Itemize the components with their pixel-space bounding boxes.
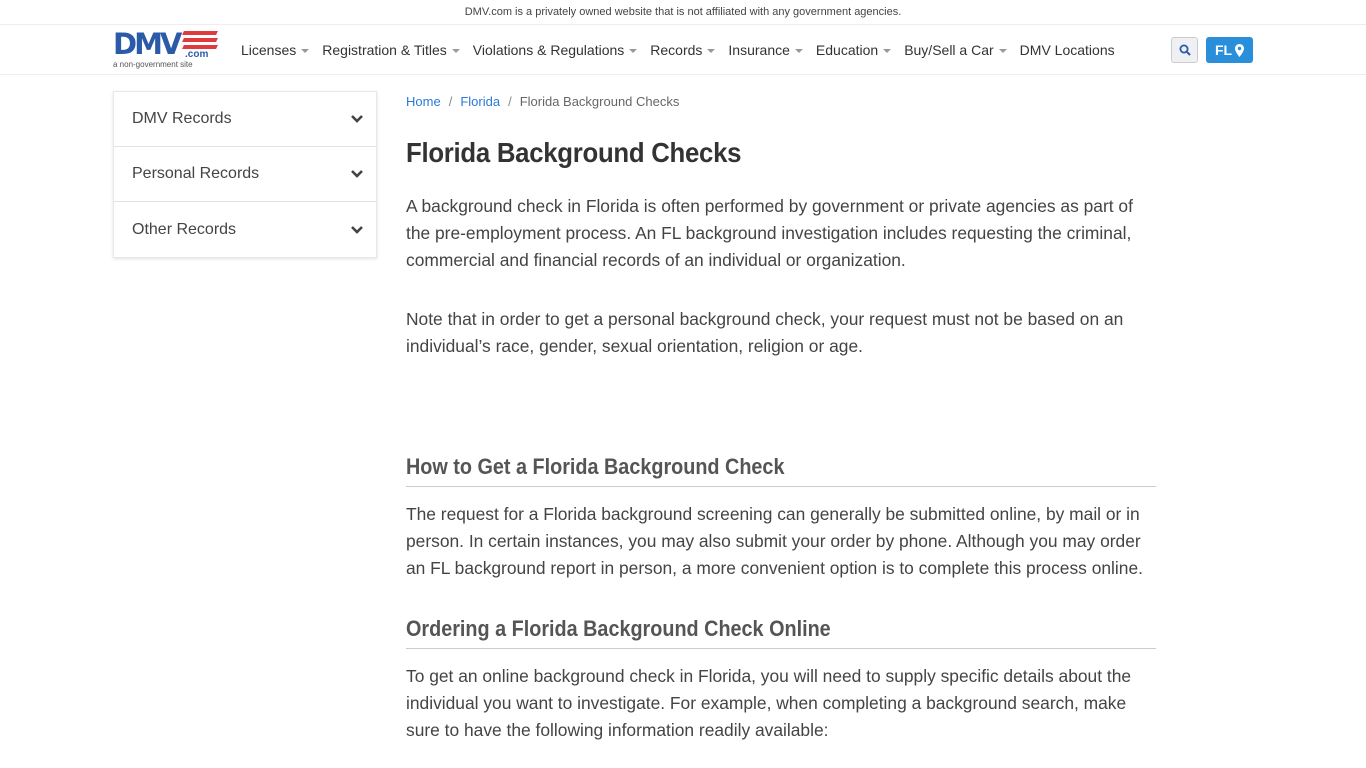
nav-item-records[interactable]: Records	[650, 42, 716, 58]
breadcrumb: Home / Florida / Florida Background Checks	[406, 91, 1156, 113]
main-navbar: DMV .com a non-government site Licenses …	[0, 25, 1366, 75]
section-heading-text: Ordering a Florida Background Check Onli…	[406, 616, 831, 641]
caret-down-icon	[707, 49, 716, 53]
nav-item-dmv-locations[interactable]: DMV Locations	[1020, 42, 1115, 58]
breadcrumb-separator: /	[508, 94, 512, 109]
logo-tagline: a non-government site	[113, 60, 193, 69]
nav-item-buy-sell-car[interactable]: Buy/Sell a Car	[904, 42, 1007, 58]
nav-item-education[interactable]: Education	[815, 42, 892, 58]
nav-label: Education	[815, 42, 879, 58]
sidebar-item-dmv-records[interactable]: DMV Records	[114, 92, 376, 147]
search-button[interactable]	[1171, 37, 1198, 63]
map-marker-icon	[1235, 43, 1245, 57]
nav-label: Insurance	[728, 42, 790, 58]
nav-item-violations-regulations[interactable]: Violations & Regulations	[473, 42, 638, 58]
sidebar-item-other-records[interactable]: Other Records	[114, 202, 376, 257]
section-heading-ordering-online: Ordering a Florida Background Check Onli…	[406, 616, 1156, 649]
disclaimer-text: DMV.com is a privately owned website tha…	[464, 6, 902, 18]
state-selector-button[interactable]: FL	[1206, 37, 1253, 63]
sidebar-item-personal-records[interactable]: Personal Records	[114, 147, 376, 202]
caret-down-icon	[451, 49, 460, 53]
section-paragraph-ordering-online: To get an online background check in Flo…	[406, 666, 1132, 740]
section-heading-how-to-get: How to Get a Florida Background Check	[406, 454, 1156, 487]
breadcrumb-home-link[interactable]: Home	[406, 94, 441, 109]
nav-label: Licenses	[241, 42, 297, 58]
caret-down-icon	[883, 49, 892, 53]
caret-down-icon	[301, 49, 310, 53]
section-heading-text: How to Get a Florida Background Check	[406, 454, 785, 479]
chevron-down-icon	[351, 115, 363, 123]
breadcrumb-current: Florida Background Checks	[519, 94, 680, 109]
records-sidebar: DMV Records Personal Records Other Recor…	[113, 91, 377, 258]
sidebar-item-label: Other Records	[132, 220, 237, 238]
nav-item-insurance[interactable]: Insurance	[728, 42, 803, 58]
caret-down-icon	[998, 49, 1007, 53]
sidebar-item-label: Personal Records	[132, 165, 260, 182]
nav-label: Buy/Sell a Car	[904, 42, 994, 58]
page-title: Florida Background Checks	[406, 137, 742, 168]
disclaimer-bar: DMV.com is a privately owned website tha…	[0, 0, 1366, 25]
nav-item-licenses[interactable]: Licenses	[241, 42, 310, 58]
primary-nav: Licenses Registration & Titles Violation…	[241, 25, 1128, 75]
chevron-down-icon	[351, 225, 363, 234]
nav-label: Registration & Titles	[322, 42, 447, 58]
nav-label: Violations & Regulations	[472, 42, 625, 58]
site-logo[interactable]: DMV .com a non-government site	[113, 27, 218, 71]
nav-label: DMV Locations	[1019, 42, 1115, 58]
state-label: FL	[1214, 42, 1233, 58]
logo-brand: DMV	[113, 27, 182, 61]
caret-down-icon	[629, 49, 638, 53]
intro-paragraph: A background check in Florida is often p…	[406, 196, 1133, 270]
search-icon	[1179, 44, 1191, 56]
nav-item-registration-titles[interactable]: Registration & Titles	[322, 42, 460, 58]
logo-suffix: .com	[185, 49, 209, 60]
article-content: Home / Florida / Florida Background Checks F…	[406, 91, 1156, 744]
caret-down-icon	[794, 49, 803, 53]
breadcrumb-separator: /	[448, 94, 453, 109]
chevron-down-icon	[351, 170, 363, 178]
breadcrumb-state-link[interactable]: Florida	[460, 94, 500, 109]
nav-label: Records	[650, 42, 703, 58]
sidebar-item-label: DMV Records	[132, 110, 232, 127]
note-paragraph: Note that in order to get a personal bac…	[406, 309, 1124, 356]
section-paragraph-how-to-get: The request for a Florida background scr…	[406, 504, 1143, 578]
